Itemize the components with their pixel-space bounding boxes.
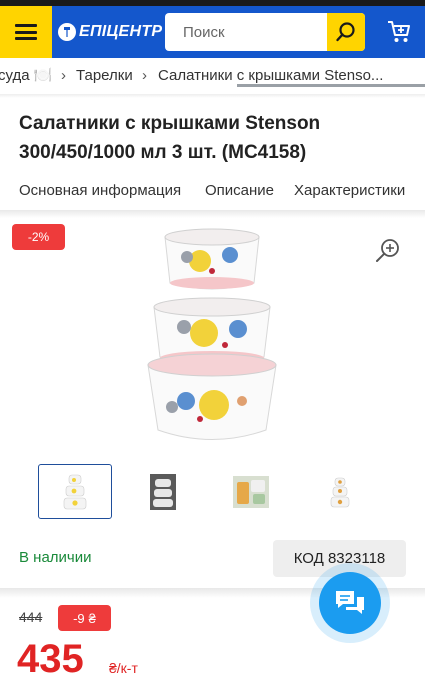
- price-unit: ₴/к-т: [109, 660, 138, 676]
- tab-description[interactable]: Описание: [205, 182, 274, 199]
- discount-badge: -2%: [12, 224, 65, 250]
- availability-status: В наличии: [19, 549, 92, 566]
- breadcrumb: суда 🍽️ › Тарелки › Салатники с крышками…: [0, 58, 425, 94]
- search-button[interactable]: [327, 13, 365, 51]
- logo-icon: [58, 23, 76, 41]
- menu-button[interactable]: [0, 6, 52, 58]
- search-bar: [165, 13, 365, 51]
- thumbnail-image: [63, 474, 87, 509]
- app-header: ЕПІЦЕНТР: [0, 6, 425, 58]
- product-tabs: Основная информация Описание Характерист…: [0, 178, 425, 206]
- chevron-right-icon: ›: [61, 67, 66, 84]
- tab-characteristics[interactable]: Характеристики: [294, 182, 405, 199]
- logo-text: ЕПІЦЕНТР: [79, 23, 163, 40]
- old-price: 444: [19, 609, 43, 625]
- tab-main-info[interactable]: Основная информация: [19, 182, 181, 199]
- thumbnail-image: [150, 473, 176, 510]
- zoom-in-icon[interactable]: [374, 237, 402, 265]
- chat-button-circle: [319, 572, 381, 634]
- logo[interactable]: ЕПІЦЕНТР: [58, 19, 162, 45]
- price-difference-value: -9: [73, 610, 85, 626]
- breadcrumb-item[interactable]: суда 🍽️: [0, 58, 52, 94]
- search-input[interactable]: [165, 13, 325, 51]
- breadcrumb-item-current: Салатники с крышками Stenso...: [158, 67, 384, 84]
- current-price: 435: [17, 637, 84, 681]
- thumbnail[interactable]: [38, 464, 112, 519]
- chevron-right-icon: ›: [142, 67, 147, 84]
- chat-icon: [336, 591, 364, 614]
- thumbnail-image: [233, 475, 269, 508]
- thumbnail[interactable]: [126, 464, 200, 519]
- price-difference-currency: ₴: [88, 610, 96, 626]
- thumbnail-image: [330, 477, 350, 507]
- page-title: Салатники с крышками Stenson 300/450/100…: [19, 113, 321, 163]
- cart-icon[interactable]: [386, 19, 412, 45]
- thumbnail[interactable]: [214, 464, 288, 519]
- menu-icon: [15, 24, 37, 40]
- thumbnail[interactable]: [303, 464, 377, 519]
- breadcrumb-item[interactable]: Тарелки: [76, 58, 133, 94]
- product-image[interactable]: [130, 225, 295, 455]
- price-difference-badge: -9 ₴: [58, 605, 111, 631]
- breadcrumb-scrollbar[interactable]: [237, 84, 425, 87]
- divider: [0, 94, 425, 98]
- divider: [0, 210, 425, 218]
- chat-button[interactable]: [310, 563, 390, 643]
- search-icon: [336, 22, 355, 42]
